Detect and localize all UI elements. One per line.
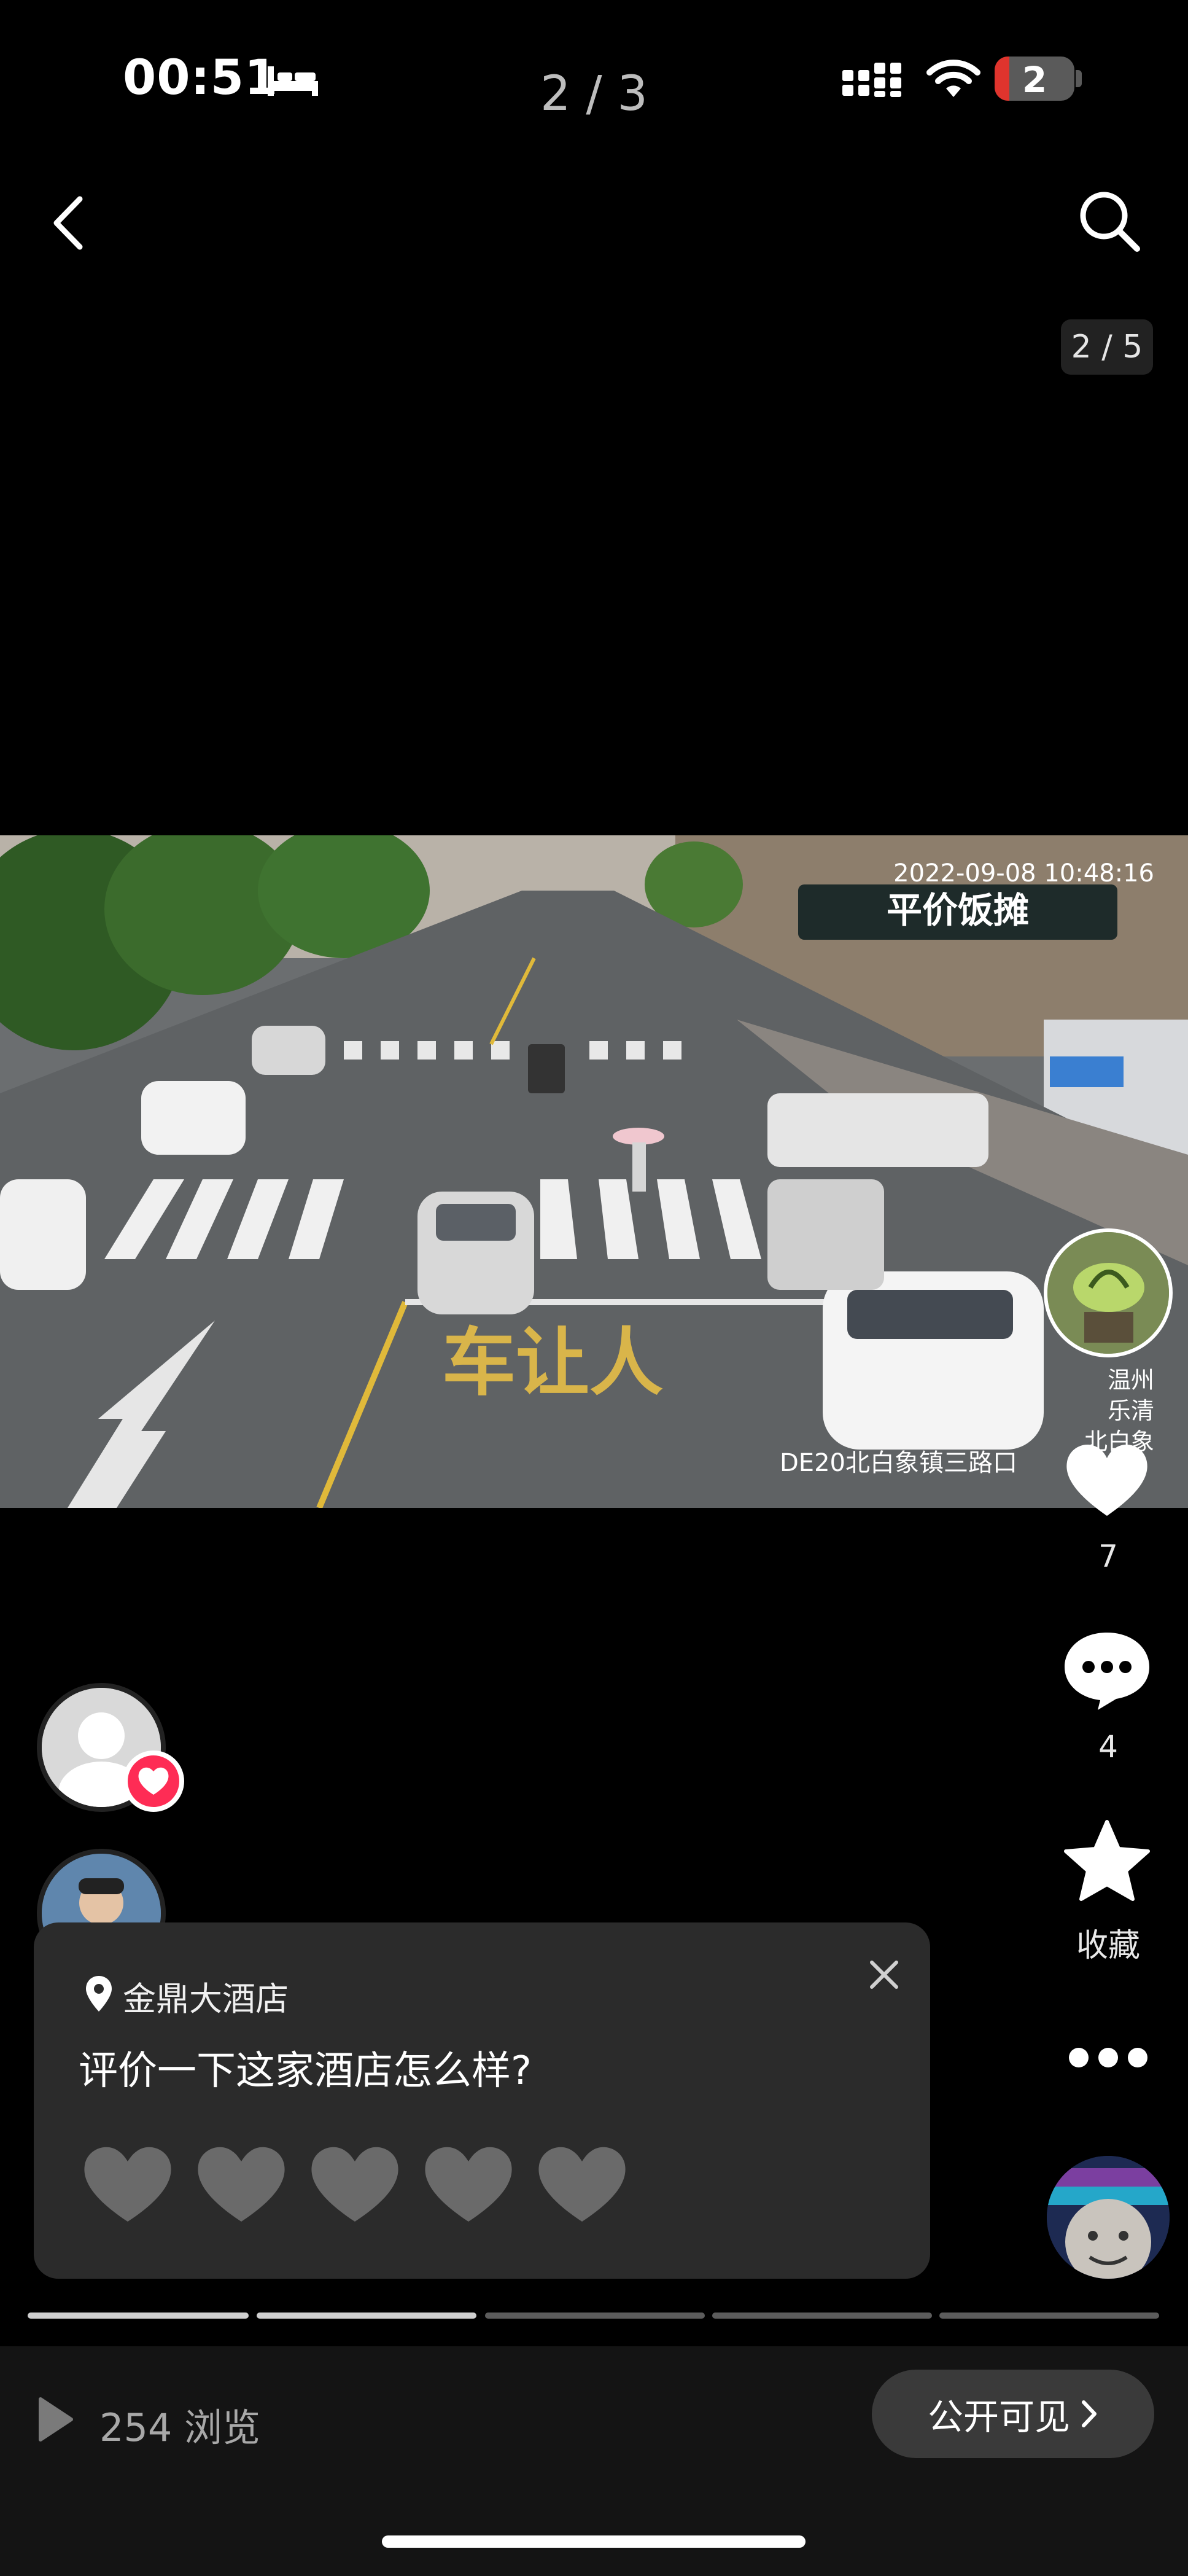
music-disc[interactable] bbox=[1047, 2156, 1170, 2279]
progress-segment-4 bbox=[712, 2313, 932, 2319]
progress-segment-2 bbox=[257, 2313, 476, 2319]
progress-segment-1 bbox=[28, 2313, 249, 2319]
visibility-label: 公开可见 bbox=[927, 2396, 1070, 2438]
side-text-1: 温州 bbox=[1108, 1367, 1154, 1394]
progress-segment-5 bbox=[939, 2313, 1159, 2319]
rating-heart-icon[interactable] bbox=[419, 2141, 518, 2227]
image-counter: 2 / 5 bbox=[1061, 319, 1153, 375]
battery-tip bbox=[1076, 70, 1082, 87]
search-icon[interactable] bbox=[1076, 187, 1143, 255]
progress-segment-3 bbox=[485, 2313, 705, 2319]
more-dots-icon[interactable] bbox=[1065, 2042, 1151, 2073]
rating-heart-icon[interactable] bbox=[306, 2141, 404, 2227]
location-pin-icon bbox=[86, 1976, 112, 2012]
home-indicator[interactable] bbox=[382, 2535, 806, 2548]
rating-heart-icon[interactable] bbox=[192, 2141, 290, 2227]
rating-question: 评价一下这家酒店怎么样? bbox=[79, 2048, 532, 2094]
shop-sign: 平价饭摊 bbox=[887, 889, 1029, 931]
thumbnail-avatar[interactable] bbox=[1044, 1228, 1173, 1357]
comment-icon[interactable] bbox=[1061, 1626, 1153, 1712]
road-marking-text: 车让人 bbox=[442, 1321, 663, 1406]
street-photo[interactable]: 平价饭摊 车让人 2022-09-08 10:48:16 DE20北白象镇三路口… bbox=[0, 835, 1188, 1508]
signal-icon bbox=[842, 63, 901, 97]
chevron-left-icon[interactable] bbox=[48, 195, 88, 251]
rating-heart-icon[interactable] bbox=[533, 2141, 631, 2227]
camera-label: DE20北白象镇三路口 bbox=[780, 1449, 1017, 1477]
photo-timestamp: 2022-09-08 10:48:16 bbox=[893, 859, 1154, 888]
heart-rating[interactable] bbox=[79, 2141, 631, 2227]
chevron-right-icon bbox=[1082, 2400, 1097, 2427]
close-icon[interactable] bbox=[866, 1956, 903, 1993]
rating-heart-icon[interactable] bbox=[79, 2141, 177, 2227]
visibility-button[interactable]: 公开可见 bbox=[872, 2370, 1154, 2458]
favorite-label: 收藏 bbox=[1076, 1927, 1140, 1964]
views-count: 254 浏览 bbox=[99, 2405, 261, 2450]
wifi-icon bbox=[926, 60, 980, 97]
heart-icon[interactable] bbox=[1061, 1437, 1153, 1523]
follow-heart-icon[interactable] bbox=[123, 1751, 184, 1812]
like-count: 7 bbox=[1098, 1539, 1118, 1574]
star-icon[interactable] bbox=[1061, 1818, 1153, 1904]
battery-level: 2 bbox=[1022, 59, 1047, 101]
play-icon bbox=[39, 2397, 73, 2441]
location-name[interactable]: 金鼎大酒店 bbox=[123, 1972, 289, 2020]
comment-count: 4 bbox=[1098, 1729, 1118, 1765]
battery-icon: 2 bbox=[995, 57, 1074, 101]
side-text-2: 乐清 bbox=[1108, 1397, 1154, 1424]
